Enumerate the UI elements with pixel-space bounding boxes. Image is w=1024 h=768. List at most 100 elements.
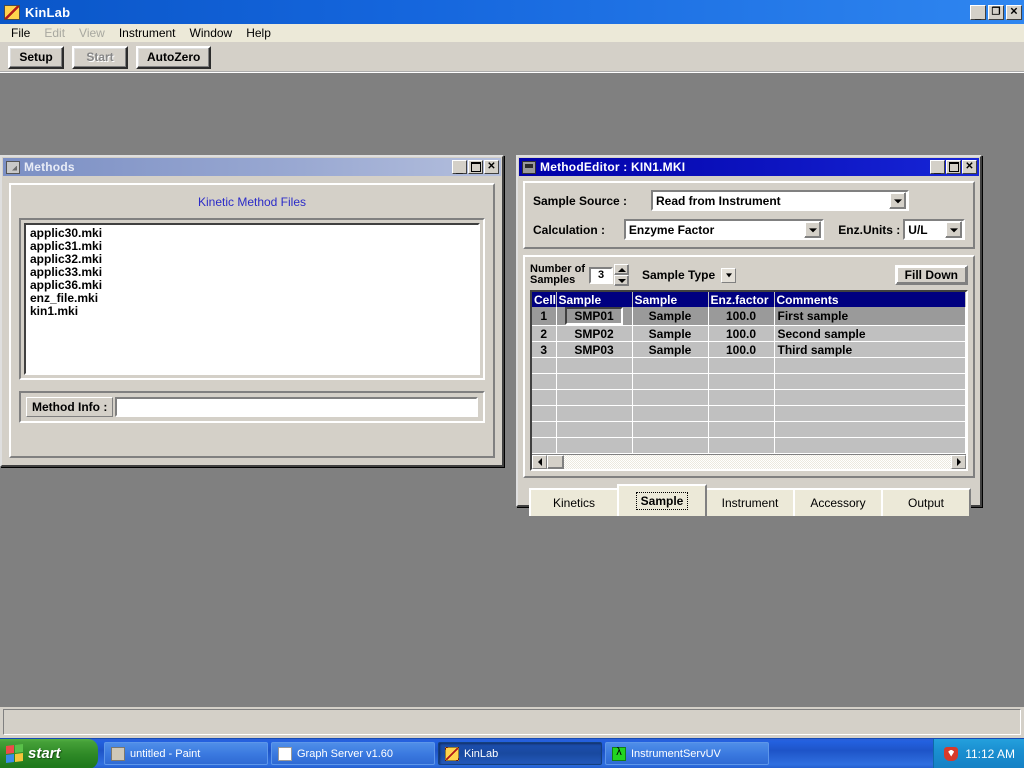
cell-empty[interactable] bbox=[632, 422, 708, 438]
table-row-empty[interactable] bbox=[532, 374, 966, 390]
table-row-empty[interactable] bbox=[532, 358, 966, 374]
cell-empty[interactable] bbox=[708, 390, 774, 406]
table-row[interactable]: 1SMP01Sample100.0First sample bbox=[532, 307, 966, 326]
samples-grid-body[interactable]: 1SMP01Sample100.0First sample2SMP02Sampl… bbox=[532, 307, 966, 454]
start-button[interactable]: start bbox=[0, 739, 98, 768]
number-of-samples-spinner[interactable] bbox=[614, 264, 629, 286]
cell-empty[interactable] bbox=[556, 438, 632, 454]
menu-window[interactable]: Window bbox=[183, 25, 240, 41]
cell-editor[interactable]: SMP01 bbox=[565, 307, 623, 325]
window-menu-icon[interactable] bbox=[6, 161, 20, 174]
scroll-track[interactable] bbox=[547, 455, 951, 469]
methods-maximize-button[interactable] bbox=[468, 160, 483, 174]
methods-close-button[interactable]: ✕ bbox=[484, 160, 499, 174]
cell-empty[interactable] bbox=[532, 422, 556, 438]
col-sample-id[interactable]: Sample bbox=[556, 292, 632, 307]
cell-empty[interactable] bbox=[632, 358, 708, 374]
chevron-down-icon[interactable] bbox=[889, 192, 906, 209]
cell-enz-factor[interactable]: 100.0 bbox=[708, 342, 774, 358]
cell-empty[interactable] bbox=[532, 438, 556, 454]
tab-sample[interactable]: Sample bbox=[617, 484, 707, 516]
cell-sample-id[interactable]: SMP01 bbox=[556, 307, 632, 326]
taskbar-clock[interactable]: 11:12 AM bbox=[965, 747, 1015, 761]
cell-empty[interactable] bbox=[632, 374, 708, 390]
chevron-down-icon[interactable] bbox=[804, 221, 821, 238]
cell-empty[interactable] bbox=[532, 374, 556, 390]
cell-empty[interactable] bbox=[556, 358, 632, 374]
samples-grid[interactable]: Cell Sample Sample Enz.factor Comments 1… bbox=[532, 292, 966, 454]
cell-index[interactable]: 3 bbox=[532, 342, 556, 358]
cell-comments[interactable]: First sample bbox=[774, 307, 966, 326]
cell-empty[interactable] bbox=[708, 422, 774, 438]
menu-file[interactable]: File bbox=[4, 25, 37, 41]
table-row-empty[interactable] bbox=[532, 422, 966, 438]
method-files-listbox[interactable]: applic30.mkiapplic31.mkiapplic32.mkiappl… bbox=[24, 223, 480, 375]
cell-empty[interactable] bbox=[774, 358, 966, 374]
cell-enz-factor[interactable]: 100.0 bbox=[708, 326, 774, 342]
fill-down-button[interactable]: Fill Down bbox=[895, 265, 968, 285]
col-cell[interactable]: Cell bbox=[532, 292, 556, 307]
tab-kinetics[interactable]: Kinetics bbox=[529, 488, 619, 516]
cell-empty[interactable] bbox=[556, 374, 632, 390]
cell-empty[interactable] bbox=[774, 406, 966, 422]
spinner-down-icon[interactable] bbox=[614, 275, 629, 286]
method-editor-tabs[interactable]: KineticsSampleInstrumentAccessoryOutput bbox=[523, 484, 975, 516]
cell-empty[interactable] bbox=[774, 438, 966, 454]
table-row-empty[interactable] bbox=[532, 438, 966, 454]
method-editor-titlebar[interactable]: MethodEditor : KIN1.MKI _ ✕ bbox=[519, 158, 979, 176]
close-button[interactable]: ✕ bbox=[1006, 5, 1022, 20]
cell-empty[interactable] bbox=[708, 406, 774, 422]
cell-index[interactable]: 1 bbox=[532, 307, 556, 326]
cell-empty[interactable] bbox=[774, 390, 966, 406]
scroll-right-icon[interactable] bbox=[951, 455, 966, 469]
security-shield-icon[interactable] bbox=[944, 747, 958, 761]
editor-minimize-button[interactable]: _ bbox=[930, 160, 945, 174]
col-enz-factor[interactable]: Enz.factor bbox=[708, 292, 774, 307]
chevron-down-icon[interactable] bbox=[945, 221, 962, 238]
cell-empty[interactable] bbox=[708, 438, 774, 454]
cell-empty[interactable] bbox=[556, 406, 632, 422]
sample-type-combo[interactable]: Sample Type bbox=[638, 265, 736, 286]
col-comments[interactable]: Comments bbox=[774, 292, 966, 307]
cell-sample-type[interactable]: Sample bbox=[632, 307, 708, 326]
taskbar-task[interactable]: Graph Server v1.60 bbox=[271, 742, 435, 765]
window-menu-icon[interactable] bbox=[522, 161, 536, 174]
list-item[interactable]: kin1.mki bbox=[28, 305, 478, 318]
menu-help[interactable]: Help bbox=[239, 25, 278, 41]
table-row-empty[interactable] bbox=[532, 390, 966, 406]
autozero-button[interactable]: AutoZero bbox=[136, 46, 211, 69]
cell-sample-id[interactable]: SMP02 bbox=[556, 326, 632, 342]
methods-titlebar[interactable]: Methods _ ✕ bbox=[3, 158, 501, 176]
cell-empty[interactable] bbox=[532, 390, 556, 406]
taskbar-task[interactable]: InstrumentServUV bbox=[605, 742, 769, 765]
cell-empty[interactable] bbox=[632, 438, 708, 454]
table-row[interactable]: 3SMP03Sample100.0Third sample bbox=[532, 342, 966, 358]
cell-empty[interactable] bbox=[708, 358, 774, 374]
cell-empty[interactable] bbox=[708, 374, 774, 390]
cell-empty[interactable] bbox=[532, 358, 556, 374]
table-row-empty[interactable] bbox=[532, 406, 966, 422]
cell-empty[interactable] bbox=[556, 422, 632, 438]
cell-empty[interactable] bbox=[632, 406, 708, 422]
setup-button[interactable]: Setup bbox=[8, 46, 64, 69]
list-item[interactable]: enz_file.mki bbox=[28, 292, 478, 305]
menu-instrument[interactable]: Instrument bbox=[112, 25, 183, 41]
taskbar-task[interactable]: untitled - Paint bbox=[104, 742, 268, 765]
tab-output[interactable]: Output bbox=[881, 488, 971, 516]
tab-accessory[interactable]: Accessory bbox=[793, 488, 883, 516]
scroll-left-icon[interactable] bbox=[532, 455, 547, 469]
cell-index[interactable]: 2 bbox=[532, 326, 556, 342]
methods-minimize-button[interactable]: _ bbox=[452, 160, 467, 174]
cell-empty[interactable] bbox=[532, 406, 556, 422]
cell-empty[interactable] bbox=[774, 422, 966, 438]
number-of-samples-input[interactable] bbox=[589, 267, 613, 284]
methods-window[interactable]: Methods _ ✕ Kinetic Method Files applic3… bbox=[0, 155, 504, 467]
method-info-input[interactable] bbox=[115, 397, 478, 417]
editor-close-button[interactable]: ✕ bbox=[962, 160, 977, 174]
enz-units-combo[interactable]: U/L bbox=[903, 219, 965, 240]
cell-empty[interactable] bbox=[556, 390, 632, 406]
col-sample-type[interactable]: Sample bbox=[632, 292, 708, 307]
spinner-up-icon[interactable] bbox=[614, 264, 629, 275]
tab-instrument[interactable]: Instrument bbox=[705, 488, 795, 516]
restore-button[interactable]: ❐ bbox=[988, 5, 1004, 20]
